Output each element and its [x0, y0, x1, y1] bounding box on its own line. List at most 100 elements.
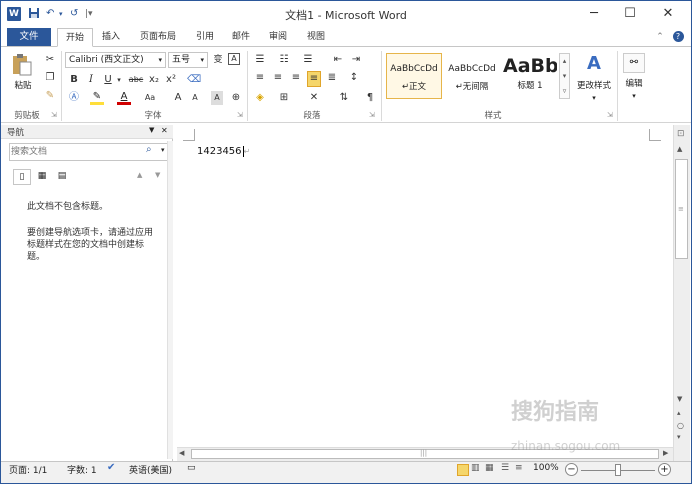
zoom-level[interactable]: 100% [533, 463, 559, 473]
search-icon[interactable]: ⌕ [146, 144, 152, 155]
tab-mailings[interactable]: 邮件 [227, 28, 255, 47]
font-size-select[interactable]: 五号 ▾ [168, 52, 208, 68]
paste-icon[interactable] [11, 53, 33, 77]
status-page-count[interactable]: 页面: 1/1 [9, 463, 47, 476]
copy-icon[interactable]: ❐ [43, 71, 57, 85]
status-language[interactable]: 英语(美国) [129, 463, 172, 476]
style-normal[interactable]: AaBbCcDd ↵正文 [386, 53, 442, 99]
cut-icon[interactable]: ✂ [43, 53, 57, 67]
chevron-down-icon[interactable]: ▾ [161, 146, 165, 154]
nav-options-icon[interactable]: ▼ [149, 126, 154, 134]
align-right-icon[interactable]: ≡ [289, 71, 303, 85]
collapse-ribbon-icon[interactable]: ⌃ [653, 28, 667, 47]
nav-close-icon[interactable]: ✕ [161, 126, 168, 135]
browse-results-tab[interactable]: ▤ [53, 169, 71, 185]
grow-font-icon[interactable]: A [171, 91, 185, 105]
zoom-out-icon[interactable]: − [565, 463, 578, 476]
increase-indent-icon[interactable]: ⇥ [349, 53, 363, 67]
zoom-in-icon[interactable]: + [658, 463, 671, 476]
char-shading-icon[interactable]: A [211, 91, 223, 105]
clipboard-launcher-icon[interactable]: ⇲ [51, 111, 57, 119]
borders-icon[interactable]: ⊞ [277, 91, 291, 105]
font-launcher-icon[interactable]: ⇲ [237, 111, 243, 119]
previous-page-icon[interactable]: ▴ [677, 409, 681, 417]
strikethrough-icon[interactable]: abc [127, 73, 145, 87]
change-case-icon[interactable]: Aa [141, 91, 159, 105]
style-heading-1[interactable]: AaBb 标题 1 [502, 53, 558, 99]
outline-view-icon[interactable]: ☰ [501, 463, 509, 473]
word-window: W ↶ ▾ ↺ |▾ 文档1 - Microsoft Word ─ ☐ ✕ 文件… [0, 0, 692, 484]
chevron-down-icon[interactable]: ▾ [587, 91, 601, 105]
close-icon[interactable]: ✕ [650, 1, 686, 27]
chinese-layout-icon[interactable]: ✕ [307, 91, 321, 105]
line-spacing-icon[interactable]: ↕ [347, 71, 361, 85]
paragraph-launcher-icon[interactable]: ⇲ [369, 111, 375, 119]
proofing-icon[interactable]: ✔ [107, 462, 115, 473]
help-icon[interactable]: ? [671, 28, 685, 47]
style-no-spacing[interactable]: AaBbCcDd ↵无间隔 [444, 53, 500, 99]
justify-icon[interactable]: ≡ [307, 71, 321, 87]
document-text[interactable]: 1423456 ↵ [197, 146, 250, 157]
next-result-icon[interactable]: ▼ [155, 171, 160, 179]
align-left-icon[interactable]: ≡ [253, 71, 267, 85]
bullets-icon[interactable]: ☰ [253, 53, 267, 67]
shrink-font-icon[interactable]: A [188, 91, 202, 105]
tab-page-layout[interactable]: 页面布局 [133, 28, 183, 47]
chevron-down-icon[interactable]: ▾ [627, 89, 641, 103]
find-binoculars-icon[interactable]: ⚯ [623, 53, 645, 73]
change-styles-icon[interactable]: A [583, 53, 605, 75]
browse-pages-tab[interactable]: ▦ [33, 169, 51, 185]
clear-formatting-icon[interactable]: ⌫ [187, 73, 201, 87]
underline-icon[interactable]: U [101, 73, 115, 87]
char-border-icon[interactable]: A [228, 53, 240, 65]
scroll-down-icon[interactable]: ▼ [677, 395, 682, 403]
numbering-icon[interactable]: ☷ [277, 53, 291, 67]
subscript-icon[interactable]: x₂ [147, 73, 161, 87]
styles-scroll[interactable]: ▴ ▾ ▿ [559, 53, 570, 99]
highlight-icon[interactable]: ✎ [90, 92, 104, 106]
font-color-icon[interactable]: A [117, 92, 131, 106]
ruler-toggle-icon[interactable]: ⊡ [677, 129, 685, 139]
tab-view[interactable]: 视图 [301, 28, 331, 47]
font-name-select[interactable]: Calibri (西文正文) ▾ [65, 52, 166, 68]
superscript-icon[interactable]: x² [164, 73, 178, 87]
nav-search-input[interactable] [11, 144, 139, 160]
web-layout-icon[interactable]: ▦ [485, 463, 494, 473]
show-marks-icon[interactable]: ¶ [363, 91, 377, 105]
scroll-up-icon[interactable]: ▲ [677, 145, 682, 153]
text-effects-icon[interactable]: Ⓐ [67, 91, 81, 105]
tab-insert[interactable]: 插入 [97, 28, 125, 47]
phonetic-guide-icon[interactable]: 变 [211, 53, 225, 67]
italic-icon[interactable]: I [84, 73, 98, 87]
status-word-count[interactable]: 字数: 1 [67, 463, 97, 476]
tab-file[interactable]: 文件 [7, 28, 51, 46]
minimize-icon[interactable]: ─ [576, 1, 612, 27]
zoom-slider-thumb[interactable] [615, 464, 621, 476]
draft-view-icon[interactable]: ≡ [515, 463, 523, 473]
next-page-icon[interactable]: ▾ [677, 433, 681, 441]
print-layout-icon[interactable] [457, 464, 469, 476]
insert-mode-icon[interactable]: ▭ [187, 463, 196, 473]
browse-headings-tab[interactable]: ▯ [13, 169, 31, 185]
full-screen-reading-icon[interactable]: ▥ [471, 463, 480, 473]
decrease-indent-icon[interactable]: ⇤ [331, 53, 345, 67]
multilevel-list-icon[interactable]: ☰ [301, 53, 315, 67]
align-center-icon[interactable]: ≡ [271, 71, 285, 85]
maximize-icon[interactable]: ☐ [612, 1, 648, 27]
format-painter-icon[interactable]: ✎ [43, 89, 57, 103]
tab-references[interactable]: 引用 [191, 28, 219, 47]
shading-icon[interactable]: ◈ [253, 91, 267, 105]
tab-home[interactable]: 开始 [57, 28, 93, 47]
previous-result-icon[interactable]: ▲ [137, 171, 142, 179]
styles-launcher-icon[interactable]: ⇲ [607, 111, 613, 119]
distributed-icon[interactable]: ≣ [325, 71, 339, 85]
underline-dropdown-icon[interactable]: ▾ [115, 73, 123, 87]
paste-button[interactable]: 粘贴 [9, 79, 37, 93]
scroll-right-icon[interactable]: ▶ [663, 449, 668, 457]
sort-icon[interactable]: ⇅ [337, 91, 351, 105]
tab-review[interactable]: 审阅 [263, 28, 293, 47]
browse-object-icon[interactable]: ○ [677, 421, 684, 430]
enclose-char-icon[interactable]: ⊕ [229, 91, 243, 105]
bold-icon[interactable]: B [67, 73, 81, 87]
scroll-left-icon[interactable]: ◀ [179, 449, 184, 457]
